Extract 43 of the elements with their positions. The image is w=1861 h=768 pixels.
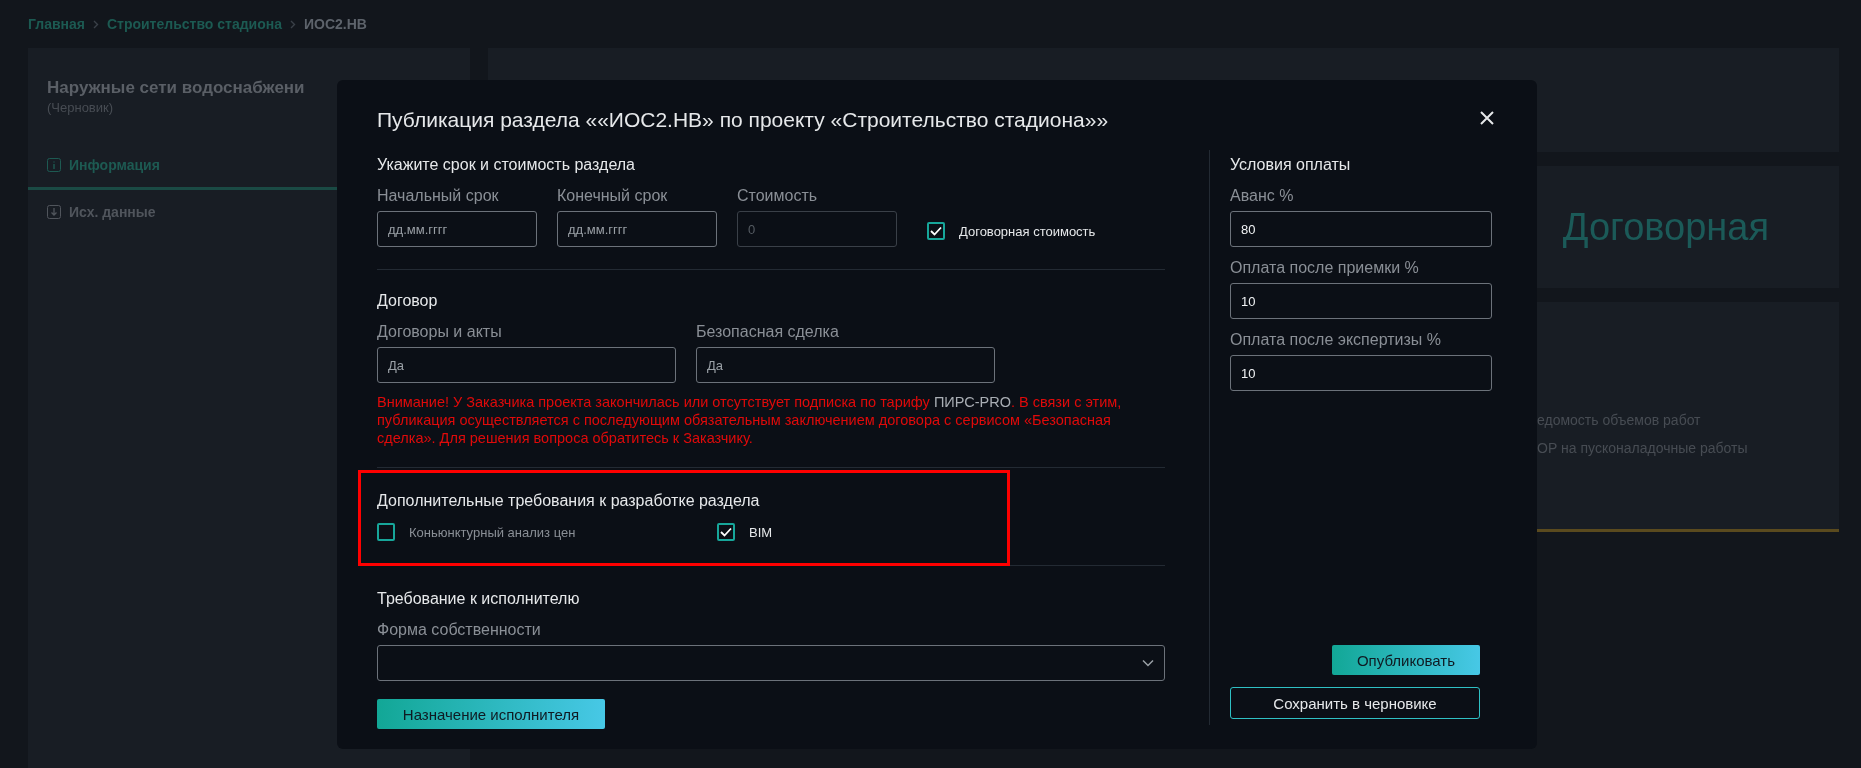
- checkmark-icon: [720, 527, 732, 537]
- section-heading: Требование к исполнителю: [377, 590, 581, 608]
- checkbox-label[interactable]: Коньюнктурный анализ цен: [377, 523, 717, 541]
- save-draft-button[interactable]: Сохранить в черновике: [1230, 687, 1480, 719]
- section-title: Наружные сети водоснабжени: [46, 78, 306, 98]
- field-label: Стоимость: [737, 187, 819, 205]
- cost-value: Договорная: [1562, 205, 1769, 249]
- checkbox[interactable]: [927, 222, 945, 240]
- field-label: Оплата после экспертизы %: [1230, 331, 1442, 349]
- section-heading: Договор: [377, 292, 439, 310]
- field-label: Безопасная сделка: [696, 323, 840, 341]
- input-field[interactable]: Да: [696, 347, 995, 383]
- checkbox[interactable]: [717, 523, 735, 541]
- input-field[interactable]: Да: [377, 347, 676, 383]
- section-heading: Условия оплаты: [1230, 156, 1352, 174]
- publish-button[interactable]: Опубликовать: [1332, 645, 1480, 675]
- input-field[interactable]: дд.мм.гггг: [557, 211, 717, 247]
- download-icon: [47, 205, 61, 219]
- checkbox[interactable]: [377, 523, 395, 541]
- input-field[interactable]: 10: [1230, 355, 1492, 391]
- field-label: Начальный срок: [377, 187, 500, 205]
- tab-label: Информация: [69, 157, 160, 173]
- section-heading: Дополнительные требования к разработке раздела: [377, 492, 761, 510]
- info-icon: [47, 158, 61, 172]
- field-label: Аванс %: [1230, 187, 1295, 205]
- checkmark-icon: [930, 226, 942, 236]
- field-label: Договоры и акты: [377, 323, 503, 341]
- tab-label: Исх. данные: [69, 204, 156, 220]
- input-field[interactable]: 80: [1230, 211, 1492, 247]
- chevron-icon: [290, 19, 296, 29]
- dialog-title: Публикация раздела ««ИОС2.НВ» по проекту «Строительство стадиона»»: [377, 107, 1109, 132]
- chevron-down-icon: [1142, 659, 1154, 667]
- field-label: Конечный срок: [557, 187, 669, 205]
- select-field[interactable]: [377, 645, 1165, 681]
- input-field[interactable]: 10: [1230, 283, 1492, 319]
- input-field[interactable]: дд.мм.гггг: [377, 211, 537, 247]
- field-label: Форма собственности: [377, 621, 542, 639]
- field-label: Оплата после приемки %: [1230, 259, 1420, 277]
- warning-text: Внимание! У Заказчика проекта закончилась или отсутствует подписка по тарифу ПИРС-PRO. В связи с этим, публикация осуществляется с последующим обязательным заключением договора с сервисом «Безопасная сделка». Для решения вопроса обратитесь к Заказчику.: [377, 393, 1123, 447]
- assign-executor-button[interactable]: Назначение исполнителя: [377, 699, 605, 729]
- checkbox-label[interactable]: BIM: [717, 523, 1165, 541]
- chevron-icon: [92, 19, 99, 29]
- checkbox-label[interactable]: Договорная стоимость: [927, 222, 1117, 240]
